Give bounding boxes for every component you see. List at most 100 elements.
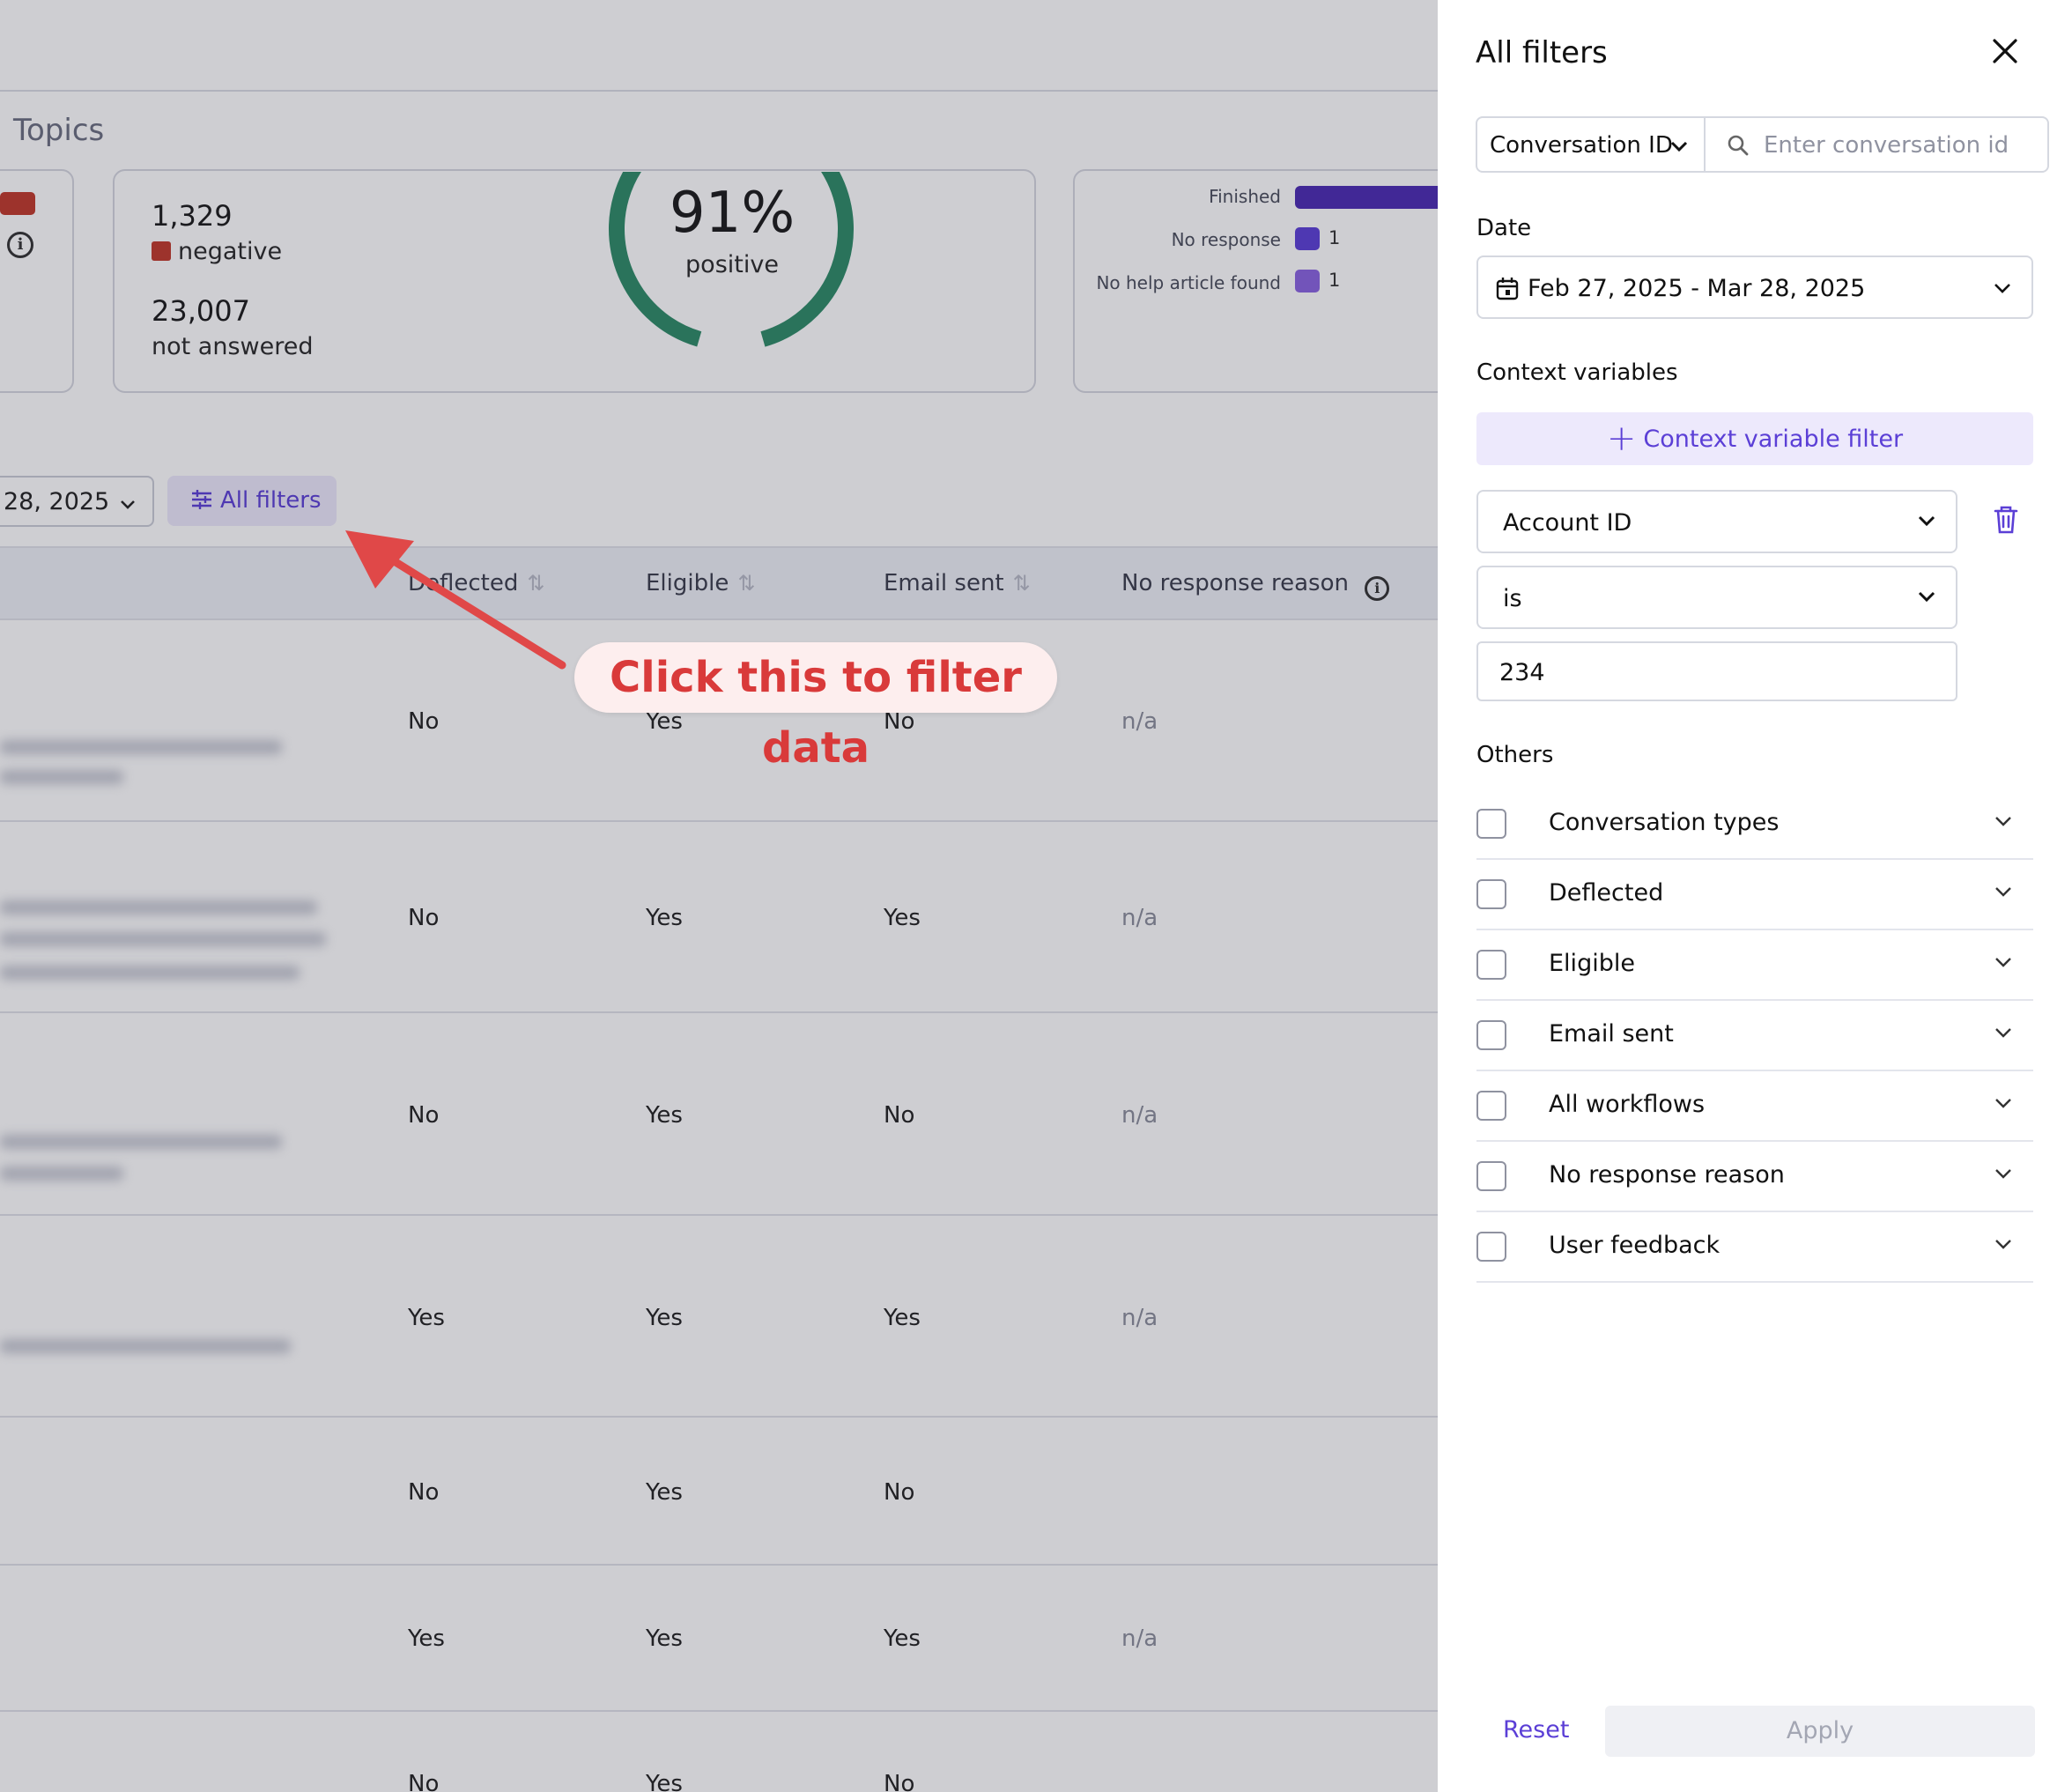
- chevron-down-icon[interactable]: [1993, 1092, 2014, 1114]
- blurred-text: [0, 770, 123, 784]
- date-section-label: Date: [1476, 215, 1532, 241]
- conversation-search-field[interactable]: [1704, 116, 2049, 173]
- checkbox[interactable]: [1476, 809, 1506, 839]
- sort-icon[interactable]: ⇅: [737, 571, 755, 596]
- status-bar-label: Finished: [1209, 186, 1281, 207]
- dashboard-background: Topics i 1,329 negative 23,007 not answe…: [0, 0, 1438, 1792]
- close-icon[interactable]: [1987, 33, 2023, 69]
- status-bar-no-response: [1295, 227, 1320, 250]
- apply-button[interactable]: Apply: [1605, 1706, 2035, 1757]
- cell-no-response-reason: n/a: [1121, 1625, 1158, 1652]
- chevron-down-icon[interactable]: [1993, 811, 2014, 832]
- checkbox[interactable]: [1476, 1091, 1506, 1121]
- cell-no-response-reason: n/a: [1121, 905, 1158, 931]
- checkbox[interactable]: [1476, 950, 1506, 980]
- sliders-icon: [192, 490, 211, 509]
- checkbox[interactable]: [1476, 879, 1506, 909]
- status-bar-label: No response: [1171, 229, 1281, 250]
- red-legend-chip: [0, 192, 35, 215]
- row-divider: [0, 820, 1438, 822]
- context-field-select[interactable]: Account ID: [1476, 490, 1957, 553]
- cell-email-sent: No: [884, 1771, 915, 1792]
- cell-deflected: No: [408, 708, 440, 735]
- section-title: Topics: [13, 113, 105, 148]
- chevron-down-icon: [1670, 141, 1688, 152]
- sentiment-donut: [609, 172, 854, 352]
- status-bar-finished: [1295, 186, 1438, 209]
- plus-icon: +: [1606, 418, 1637, 459]
- row-divider: [0, 1416, 1438, 1418]
- conversation-id-input[interactable]: [1764, 130, 2037, 160]
- search-type-select[interactable]: Conversation ID: [1476, 116, 1706, 173]
- column-header-email-sent[interactable]: Email sent ⇅: [884, 570, 1031, 596]
- filter-row-user-feedback[interactable]: User feedback: [1476, 1212, 2033, 1283]
- chevron-down-icon[interactable]: [1993, 1022, 2014, 1043]
- cell-email-sent: No: [884, 1102, 915, 1129]
- checkbox[interactable]: [1476, 1232, 1506, 1262]
- cell-deflected: No: [408, 1479, 440, 1506]
- filter-row-deflected[interactable]: Deflected: [1476, 860, 2033, 930]
- sort-icon[interactable]: ⇅: [1013, 571, 1031, 596]
- not-answered-label: not answered: [152, 333, 314, 360]
- cell-eligible: Yes: [646, 1305, 683, 1331]
- chevron-down-icon: [121, 500, 135, 509]
- cell-no-response-reason: n/a: [1121, 1305, 1158, 1331]
- chevron-down-icon[interactable]: [1993, 1233, 2014, 1255]
- panel-title: All filters: [1476, 35, 1608, 70]
- blurred-text: [0, 932, 326, 946]
- cell-email-sent: Yes: [884, 1305, 921, 1331]
- context-operator-select[interactable]: is: [1476, 566, 1957, 629]
- filter-row-eligible[interactable]: Eligible: [1476, 930, 2033, 1001]
- cell-eligible: Yes: [646, 1625, 683, 1652]
- negative-label: negative: [152, 238, 282, 265]
- info-icon[interactable]: i: [7, 232, 33, 258]
- blurred-text: [0, 1166, 123, 1181]
- filter-row-email-sent[interactable]: Email sent: [1476, 1001, 2033, 1071]
- status-bar-count: 1: [1328, 270, 1341, 291]
- all-filters-button[interactable]: All filters: [167, 476, 337, 526]
- checkbox[interactable]: [1476, 1161, 1506, 1191]
- chevron-down-icon: [1918, 591, 1935, 603]
- status-bar-label: No help article found: [1096, 272, 1281, 293]
- filter-label: Eligible: [1549, 950, 1635, 977]
- cell-eligible: Yes: [646, 1771, 683, 1792]
- cell-eligible: Yes: [646, 905, 683, 931]
- row-divider: [0, 1011, 1438, 1013]
- filter-row-all-workflows[interactable]: All workflows: [1476, 1071, 2033, 1142]
- date-range-chip[interactable]: 28, 2025: [0, 476, 154, 527]
- filter-label: Email sent: [1549, 1020, 1674, 1048]
- donut-label: positive: [685, 251, 779, 278]
- status-bar-count: 1: [1328, 227, 1341, 248]
- negative-swatch: [152, 241, 171, 261]
- trash-icon[interactable]: [1993, 505, 2019, 535]
- checkbox[interactable]: [1476, 1020, 1506, 1050]
- reset-button[interactable]: Reset: [1503, 1716, 1569, 1744]
- cell-deflected: No: [408, 1771, 440, 1792]
- chevron-down-icon[interactable]: [1993, 1163, 2014, 1184]
- add-context-variable-button[interactable]: + Context variable filter: [1476, 412, 2033, 465]
- filter-label: Deflected: [1549, 879, 1664, 907]
- column-header-no-response-reason[interactable]: No response reason i: [1121, 570, 1390, 601]
- cell-deflected: No: [408, 1102, 440, 1129]
- annotation-arrow-icon: [345, 530, 566, 670]
- column-header-eligible[interactable]: Eligible ⇅: [646, 570, 755, 596]
- date-range-select[interactable]: Feb 27, 2025 - Mar 28, 2025: [1476, 255, 2033, 319]
- blurred-text: [0, 1339, 291, 1353]
- calendar-icon: [1496, 278, 1519, 300]
- cell-email-sent: Yes: [884, 905, 921, 931]
- chevron-down-icon: [1918, 515, 1935, 527]
- topbar-divider: [0, 90, 1438, 92]
- cell-eligible: Yes: [646, 1479, 683, 1506]
- others-section-label: Others: [1476, 742, 1554, 768]
- donut-percent: 91%: [669, 181, 796, 246]
- filter-row-no-response-reason[interactable]: No response reason: [1476, 1142, 2033, 1212]
- cell-deflected: Yes: [408, 1625, 445, 1652]
- filter-row-conversation-types[interactable]: Conversation types: [1476, 789, 2033, 860]
- chevron-down-icon[interactable]: [1993, 952, 2014, 973]
- context-section-label: Context variables: [1476, 359, 1678, 386]
- row-divider: [0, 1214, 1438, 1216]
- context-value-input[interactable]: 234: [1476, 641, 1957, 701]
- chevron-down-icon[interactable]: [1993, 881, 2014, 902]
- status-bar-no-article: [1295, 270, 1320, 292]
- info-icon[interactable]: i: [1365, 576, 1390, 601]
